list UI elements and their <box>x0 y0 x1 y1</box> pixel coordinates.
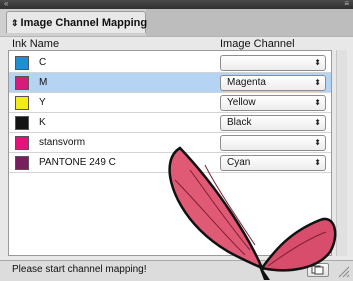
ink-color-swatch <box>15 156 29 170</box>
document-stack-icon <box>311 265 324 275</box>
tab-bar-background <box>146 9 353 36</box>
updown-arrows-icon: ⬍ <box>314 58 321 67</box>
updown-arrows-icon: ⬍ <box>314 98 321 107</box>
ink-row[interactable]: C ⬍ <box>9 53 331 73</box>
ink-name-label: C <box>39 57 47 68</box>
ink-row[interactable]: M Magenta ⬍ <box>9 73 331 93</box>
ink-name-label: M <box>39 77 48 88</box>
tab-image-channel-mapping[interactable]: ⇕ Image Channel Mapping <box>6 11 148 33</box>
ink-row[interactable]: PANTONE 249 C Cyan ⬍ <box>9 153 331 173</box>
ink-color-swatch <box>15 56 29 70</box>
status-bar: Please start channel mapping! <box>0 260 353 281</box>
collapse-icon[interactable]: « <box>4 0 8 9</box>
list-scrollbar[interactable] <box>336 50 347 256</box>
apply-mapping-button[interactable] <box>307 263 329 277</box>
channel-select-value: Black <box>227 117 252 128</box>
ink-channel-list: C ⬍ M Magenta ⬍ Y Yellow ⬍ K Black ⬍ stansvorm ⬍ PANT… <box>8 50 332 256</box>
panel-menu-icon[interactable]: ≡ <box>344 0 349 9</box>
updown-arrows-icon: ⬍ <box>314 158 321 167</box>
updown-arrows-icon: ⬍ <box>314 78 321 87</box>
resize-grip-icon[interactable] <box>338 266 350 278</box>
channel-select[interactable]: ⬍ <box>220 55 326 71</box>
ink-color-swatch <box>15 76 29 90</box>
channel-select-value: Cyan <box>227 157 251 168</box>
column-header-ink-name: Ink Name <box>12 38 60 50</box>
channel-select[interactable]: ⬍ <box>220 135 326 151</box>
panel-title: Image Channel Mapping <box>20 17 148 29</box>
ink-row[interactable]: stansvorm ⬍ <box>9 133 331 153</box>
channel-select[interactable]: Cyan ⬍ <box>220 155 326 171</box>
ink-color-swatch <box>15 136 29 150</box>
panel-titlebar: « ≡ <box>0 0 353 9</box>
ink-name-label: Y <box>39 97 46 108</box>
ink-color-swatch <box>15 116 29 130</box>
updown-arrows-icon: ⬍ <box>314 138 321 147</box>
channel-select[interactable]: Black ⬍ <box>220 115 326 131</box>
tab-sort-arrows-icon: ⇕ <box>11 18 19 28</box>
column-header-image-channel: Image Channel <box>220 38 295 50</box>
ink-name-label: stansvorm <box>39 137 86 148</box>
channel-select-value: Magenta <box>227 77 266 88</box>
ink-row[interactable]: Y Yellow ⬍ <box>9 93 331 113</box>
ink-name-label: K <box>39 117 46 128</box>
ink-name-label: PANTONE 249 C <box>39 157 116 168</box>
channel-select[interactable]: Magenta ⬍ <box>220 75 326 91</box>
ink-row[interactable]: K Black ⬍ <box>9 113 331 133</box>
channel-select[interactable]: Yellow ⬍ <box>220 95 326 111</box>
updown-arrows-icon: ⬍ <box>314 118 321 127</box>
status-message: Please start channel mapping! <box>12 264 147 275</box>
channel-select-value: Yellow <box>227 97 256 108</box>
ink-color-swatch <box>15 96 29 110</box>
